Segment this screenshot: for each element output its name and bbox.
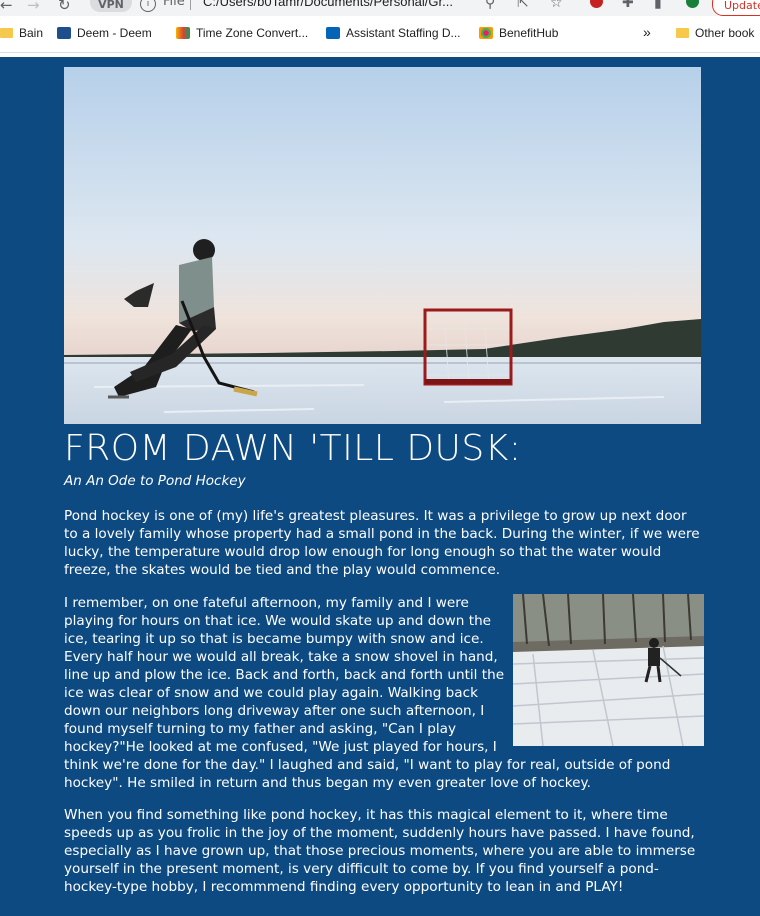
bookmark-bain[interactable]: Bain	[0, 26, 43, 40]
address-input[interactable]: C:/Users/b0Tamr/Documents/Personal/Gr...	[203, 0, 453, 9]
extension-icon[interactable]	[590, 0, 603, 8]
reload-icon[interactable]: ↻	[58, 0, 71, 14]
article-subtitle: An An Ode to Pond Hockey	[64, 473, 246, 489]
paragraph-1: Pond hockey is one of (my) life's greate…	[64, 508, 700, 578]
inset-image	[513, 594, 704, 746]
back-icon[interactable]: ←	[0, 0, 13, 14]
puzzle-icon[interactable]: ✚	[622, 0, 634, 11]
bookmark-other[interactable]: Other book	[676, 26, 754, 40]
bookmark-timezone[interactable]: Time Zone Convert...	[176, 26, 308, 40]
forward-icon[interactable]: →	[27, 0, 40, 14]
site-info-icon[interactable]: i	[140, 0, 156, 12]
share-icon[interactable]: ⇱	[517, 0, 529, 11]
deem-icon	[57, 27, 71, 39]
hero-image	[64, 67, 701, 424]
bookmarks-overflow-button[interactable]: »	[643, 24, 651, 40]
article-title: FROM DAWN 'TILL DUSK:	[64, 428, 522, 469]
bookmark-benefithub[interactable]: BenefitHub	[479, 26, 558, 40]
bookmarks-bar: Bain Deem - Deem Time Zone Convert... As…	[0, 18, 760, 52]
vpn-badge[interactable]: VPN	[90, 0, 132, 12]
update-button[interactable]: Update	[712, 0, 760, 16]
browser-chrome: ← → ↻ VPN i File C:/Users/b0Tamr/Documen…	[0, 0, 760, 57]
benefithub-icon	[479, 27, 493, 39]
bookmark-staffing[interactable]: Assistant Staffing D...	[326, 26, 461, 40]
chrome-divider	[0, 52, 760, 53]
shield-icon[interactable]	[686, 0, 699, 8]
star-icon[interactable]: ☆	[550, 0, 563, 11]
zoom-icon[interactable]: ⚲	[485, 0, 495, 11]
address-bar-row: ← → ↻ VPN i File C:/Users/b0Tamr/Documen…	[0, 0, 760, 16]
protocol-label: File	[163, 0, 185, 9]
paragraph-2-block: I remember, on one fateful afternoon, my…	[64, 594, 704, 792]
folder-icon	[0, 28, 13, 38]
sidepanel-icon[interactable]: ▮	[654, 0, 662, 11]
folder-icon	[676, 28, 689, 38]
address-separator	[190, 0, 191, 10]
sharepoint-icon	[326, 27, 340, 39]
timezone-icon	[176, 27, 190, 39]
paragraph-3: When you find something like pond hockey…	[64, 807, 696, 895]
bookmark-deem[interactable]: Deem - Deem	[57, 26, 152, 40]
